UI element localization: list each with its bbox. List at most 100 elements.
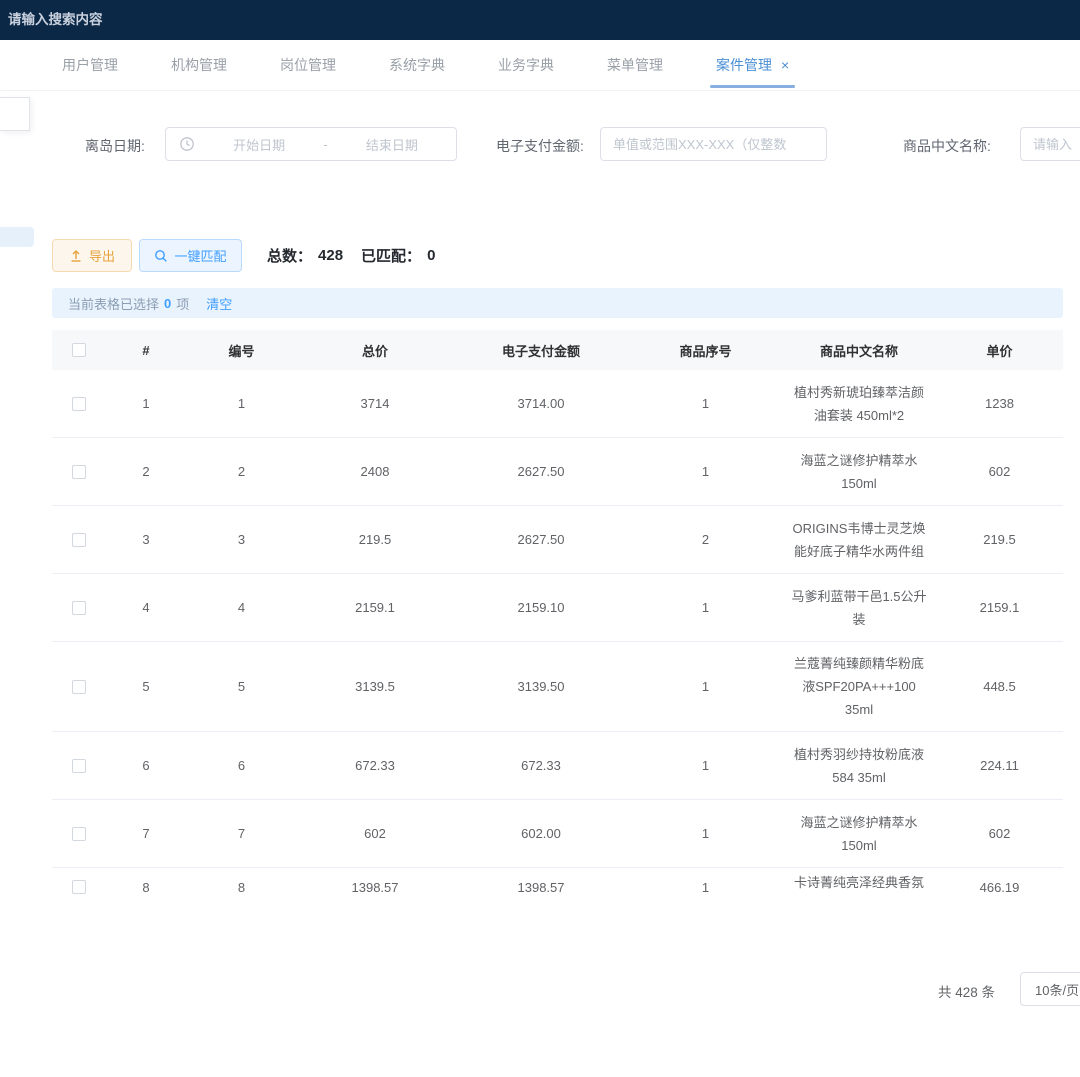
row-checkbox[interactable] (72, 759, 86, 773)
cell-product-name: 兰蔻菁纯臻颜精华粉底液SPF20PA+++100 35ml (782, 642, 936, 731)
selection-suffix: 项 (176, 294, 189, 313)
cell-total: 1398.57 (297, 868, 453, 895)
export-icon (69, 249, 83, 263)
nav-tab[interactable]: 用户管理 (62, 40, 118, 90)
amount-filter-label: 电子支付金额: (496, 136, 584, 156)
nav-tab[interactable]: 菜单管理 (607, 40, 663, 90)
export-button-label: 导出 (89, 246, 115, 265)
cell-index: 3 (106, 532, 186, 547)
table-row: 1 1 3714 3714.00 1 植村秀新琥珀臻萃洁颜油套装 450ml*2… (52, 370, 1063, 438)
clock-icon (179, 136, 195, 152)
top-navbar: 请输入搜索内容 (0, 0, 1080, 40)
tab-close-icon[interactable]: × (781, 57, 789, 73)
cell-code: 8 (186, 868, 297, 895)
cell-epay: 3139.50 (453, 679, 629, 694)
cell-epay: 602.00 (453, 826, 629, 841)
tab-label: 案件管理 (716, 55, 772, 75)
cell-index: 7 (106, 826, 186, 841)
cell-unit-price: 219.5 (936, 532, 1063, 547)
row-checkbox[interactable] (72, 601, 86, 615)
cell-product-name: 植村秀羽纱持妆粉底液 584 35ml (782, 733, 936, 799)
row-checkbox[interactable] (72, 533, 86, 547)
cell-total: 3714 (297, 396, 453, 411)
amount-input[interactable] (600, 127, 827, 161)
column-header-index: # (106, 343, 186, 358)
cell-product-name: 卡诗菁纯亮泽经典香氛 (782, 868, 936, 901)
table-row: 8 8 1398.57 1398.57 1 卡诗菁纯亮泽经典香氛 466.19 (52, 868, 1063, 901)
table-body: 1 1 3714 3714.00 1 植村秀新琥珀臻萃洁颜油套装 450ml*2… (52, 370, 1063, 901)
cell-unit-price: 602 (936, 464, 1063, 479)
selection-count: 0 (164, 296, 171, 311)
column-header-code: 编号 (186, 341, 297, 360)
one-key-match-button[interactable]: 一键匹配 (139, 239, 242, 272)
export-button[interactable]: 导出 (52, 239, 132, 272)
matched-label: 已匹配： (361, 245, 421, 266)
selection-info-bar: 当前表格已选择 0 项 清空 (52, 288, 1063, 318)
cell-index: 5 (106, 679, 186, 694)
cell-epay: 672.33 (453, 758, 629, 773)
cell-code: 6 (186, 758, 297, 773)
cell-index: 6 (106, 758, 186, 773)
table-row: 5 5 3139.5 3139.50 1 兰蔻菁纯臻颜精华粉底液SPF20PA+… (52, 642, 1063, 732)
row-checkbox[interactable] (72, 827, 86, 841)
date-start-input[interactable]: 开始日期 (195, 135, 323, 154)
table-row: 3 3 219.5 2627.50 2 ORIGINS韦博士灵芝焕能好底子精华水… (52, 506, 1063, 574)
nav-tab[interactable]: 系统字典 (389, 40, 445, 90)
cell-product-name: ORIGINS韦博士灵芝焕能好底子精华水两件组 (782, 507, 936, 573)
row-checkbox[interactable] (72, 397, 86, 411)
global-search-input[interactable]: 请输入搜索内容 (0, 0, 111, 36)
cell-unit-price: 224.11 (936, 758, 1063, 773)
nav-tab[interactable]: 岗位管理 (280, 40, 336, 90)
cell-code: 4 (186, 600, 297, 615)
column-header-epay: 电子支付金额 (453, 341, 629, 360)
clear-selection-link[interactable]: 清空 (206, 294, 232, 313)
cell-product-name: 海蓝之谜修护精萃水 150ml (782, 801, 936, 867)
cell-seq: 1 (629, 600, 782, 615)
row-checkbox[interactable] (72, 465, 86, 479)
nav-tab[interactable]: 案件管理 × (716, 40, 789, 90)
nav-tab[interactable]: 业务字典 (498, 40, 554, 90)
nav-tab[interactable]: 机构管理 (171, 40, 227, 90)
column-header-total: 总价 (297, 341, 453, 360)
cell-total: 219.5 (297, 532, 453, 547)
cell-unit-price: 602 (936, 826, 1063, 841)
product-name-input[interactable] (1020, 127, 1080, 161)
row-checkbox[interactable] (72, 680, 86, 694)
row-checkbox[interactable] (72, 880, 86, 894)
cases-table: # 编号 总价 电子支付金额 商品序号 商品中文名称 单价 1 1 3714 3… (52, 330, 1063, 901)
tab-label: 业务字典 (498, 55, 554, 75)
date-end-input[interactable]: 结束日期 (328, 135, 456, 154)
cell-index: 2 (106, 464, 186, 479)
clipped-panel-fragment (0, 97, 30, 131)
total-value: 428 (318, 247, 343, 264)
match-button-label: 一键匹配 (174, 246, 226, 265)
cell-total: 3139.5 (297, 679, 453, 694)
date-range-picker[interactable]: 开始日期 - 结束日期 (165, 127, 457, 161)
cell-epay: 2627.50 (453, 532, 629, 547)
cell-total: 602 (297, 826, 453, 841)
cell-index: 4 (106, 600, 186, 615)
table-header-row: # 编号 总价 电子支付金额 商品序号 商品中文名称 单价 (52, 330, 1063, 370)
matched-value: 0 (427, 247, 435, 264)
cell-code: 7 (186, 826, 297, 841)
cell-unit-price: 1238 (936, 396, 1063, 411)
cell-code: 3 (186, 532, 297, 547)
pagination-total: 共 428 条 (938, 974, 995, 1008)
cell-seq: 2 (629, 532, 782, 547)
tab-label: 用户管理 (62, 55, 118, 75)
page-size-select[interactable]: 10条/页 (1020, 972, 1080, 1006)
cell-product-name: 马爹利蓝带干邑1.5公升装 (782, 575, 936, 641)
table-row: 7 7 602 602.00 1 海蓝之谜修护精萃水 150ml 602 (52, 800, 1063, 868)
counts-summary: 总数： 428 已匹配： 0 (267, 239, 435, 272)
cell-index: 1 (106, 396, 186, 411)
column-header-name: 商品中文名称 (782, 341, 936, 360)
clipped-highlight-fragment (0, 227, 34, 247)
cell-seq: 1 (629, 758, 782, 773)
cell-total: 2159.1 (297, 600, 453, 615)
table-row: 4 4 2159.1 2159.10 1 马爹利蓝带干邑1.5公升装 2159.… (52, 574, 1063, 642)
select-all-checkbox[interactable] (72, 343, 86, 357)
tab-label: 菜单管理 (607, 55, 663, 75)
product-name-filter-label: 商品中文名称: (903, 136, 991, 156)
cell-seq: 1 (629, 826, 782, 841)
cell-total: 672.33 (297, 758, 453, 773)
